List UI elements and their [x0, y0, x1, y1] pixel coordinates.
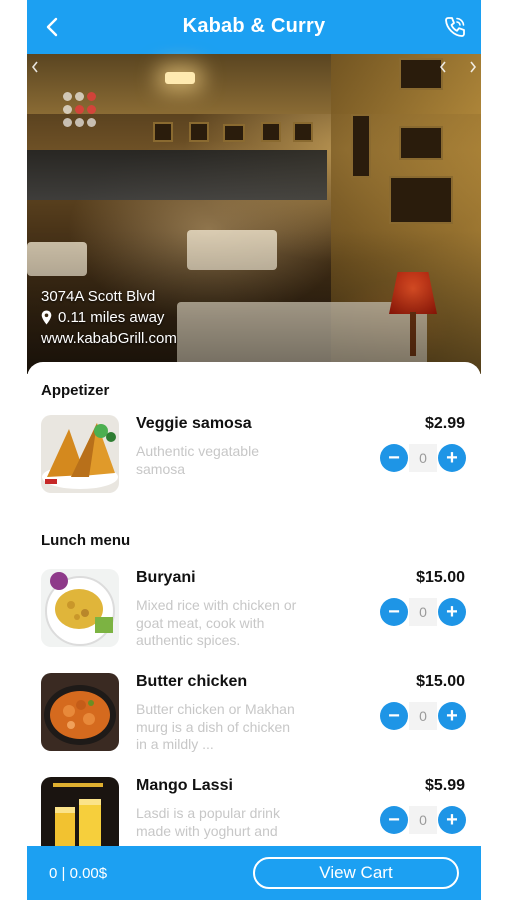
decrease-quantity-button[interactable]: − [380, 806, 408, 834]
chevron-left-icon [439, 61, 446, 73]
item-description: Butter chicken or Makhan murg is a dish … [136, 701, 295, 752]
increase-quantity-button[interactable]: + [438, 702, 466, 730]
item-price: $15.00 [416, 569, 465, 586]
quantity-value: 0 [409, 598, 437, 626]
item-description: Authentic vegatable samosa [136, 443, 259, 477]
menu-item-mango-lassi[interactable]: Mango Lassi Lasdi is a popular drink mad… [27, 777, 481, 846]
menu-item-butter-chicken[interactable]: Butter chicken Butter chicken or Makhan … [27, 673, 481, 769]
gallery-next-button[interactable] [469, 60, 477, 76]
menu-item-veggie-samosa[interactable]: Veggie samosa Authentic vegatable samosa… [27, 415, 481, 511]
chevron-left-icon [31, 61, 38, 73]
watermark-logo [63, 92, 99, 128]
increase-quantity-button[interactable]: + [438, 806, 466, 834]
item-price: $2.99 [424, 415, 465, 432]
menu-item-buryani[interactable]: Buryani Mixed rice with chicken or goat … [27, 569, 481, 665]
decrease-quantity-button[interactable]: − [380, 702, 408, 730]
decrease-quantity-button[interactable]: − [380, 444, 408, 472]
view-cart-button[interactable]: View Cart [253, 857, 459, 889]
distance-text: 0.11 miles away [58, 309, 165, 326]
quantity-stepper: − 0 + [380, 598, 466, 626]
item-name: Mango Lassi [136, 777, 233, 794]
top-app-bar: Kabab & Curry [27, 0, 481, 54]
page-title: Kabab & Curry [182, 15, 326, 37]
section-title-lunch-menu: Lunch menu [41, 532, 131, 549]
quantity-stepper: − 0 + [380, 702, 466, 730]
restaurant-address: 3074A Scott Blvd [41, 288, 156, 305]
call-button[interactable] [441, 13, 469, 41]
food-image [41, 569, 119, 647]
food-image [41, 415, 119, 493]
restaurant-website-link[interactable]: www.kababGrill.com [41, 328, 177, 349]
item-description: Lasdi is a popular drink made with yoghu… [136, 805, 280, 839]
phone-call-icon [445, 17, 465, 37]
food-image [41, 777, 119, 846]
item-name: Veggie samosa [136, 415, 252, 432]
quantity-value: 0 [409, 444, 437, 472]
item-name: Buryani [136, 569, 196, 586]
decrease-quantity-button[interactable]: − [380, 598, 408, 626]
quantity-stepper: − 0 + [380, 444, 466, 472]
gallery-prev-button-2[interactable] [439, 60, 447, 76]
item-name: Butter chicken [136, 673, 248, 690]
chevron-right-icon [470, 61, 477, 73]
restaurant-info: 3074A Scott Blvd 0.11 miles away www.kab… [41, 286, 177, 349]
section-title-appetizer: Appetizer [41, 382, 110, 399]
distance-row: 0.11 miles away [41, 307, 177, 328]
restaurant-photo: 3074A Scott Blvd 0.11 miles away www.kab… [27, 54, 481, 374]
item-description: Mixed rice with chicken or goat meat, co… [136, 597, 297, 648]
food-image [41, 673, 119, 751]
cart-total: 0 | 0.00$ [49, 865, 108, 882]
menu-list[interactable]: Appetizer Veggie samosa Authentic vegata… [27, 362, 481, 846]
increase-quantity-button[interactable]: + [438, 444, 466, 472]
location-pin-icon [41, 310, 52, 325]
quantity-value: 0 [409, 702, 437, 730]
quantity-stepper: − 0 + [380, 806, 466, 834]
app-screen: Kabab & Curry 3074A Scott Blvd 0.11 mile… [27, 0, 481, 900]
item-price: $15.00 [416, 673, 465, 690]
item-price: $5.99 [424, 777, 465, 794]
increase-quantity-button[interactable]: + [438, 598, 466, 626]
quantity-value: 0 [409, 806, 437, 834]
gallery-prev-button[interactable] [31, 60, 39, 76]
cart-bar: 0 | 0.00$ View Cart [27, 846, 481, 900]
